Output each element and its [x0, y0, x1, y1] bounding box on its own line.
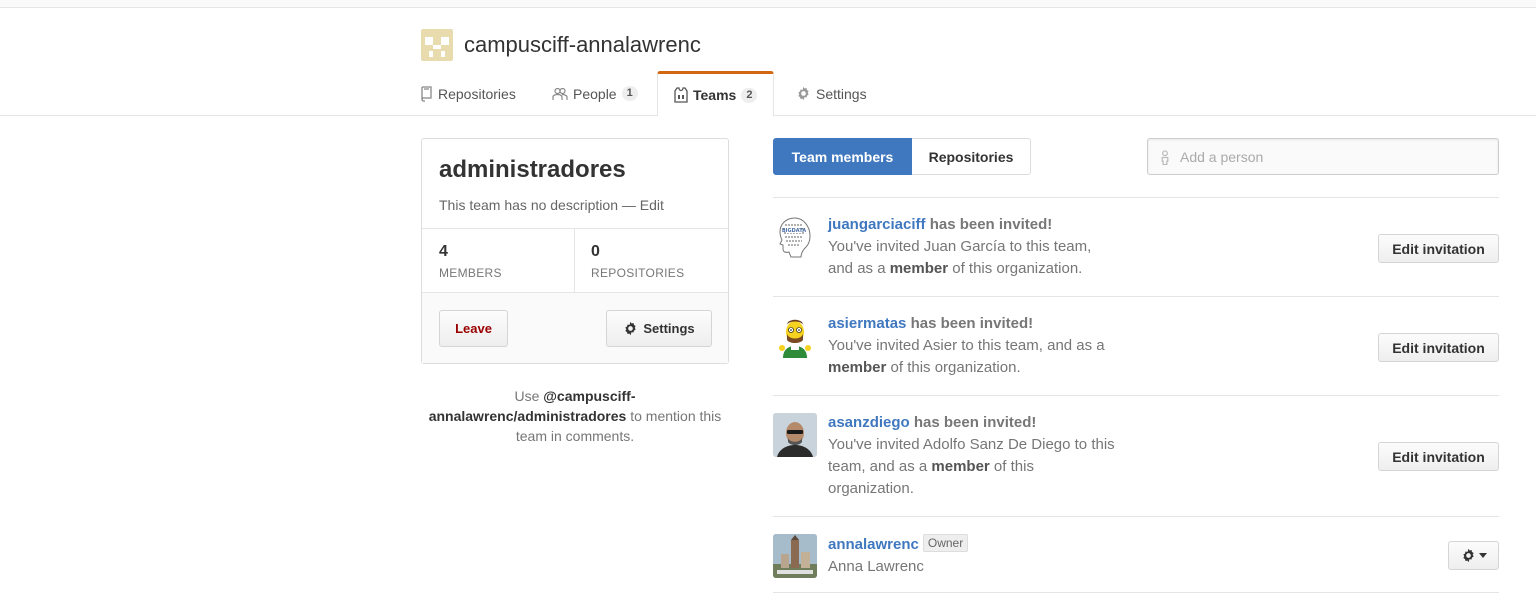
- invite-description: You've invited Asier to this team, and a…: [828, 335, 1118, 379]
- member-row: annalawrenc Owner Anna Lawrenc: [773, 517, 1499, 593]
- tab-label: Repositories: [438, 85, 516, 102]
- member-row: asiermatas has been invited! You've invi…: [773, 297, 1499, 396]
- invite-role: member: [828, 359, 887, 376]
- owner-badge: Owner: [922, 534, 969, 552]
- edit-invitation-button[interactable]: Edit invitation: [1378, 234, 1499, 263]
- member-login[interactable]: asiermatas: [828, 315, 906, 332]
- mention-hint: Use @campusciff-annalawrenc/administrado…: [421, 386, 729, 446]
- edit-invitation-label: Edit invitation: [1392, 448, 1485, 465]
- team-repositories-tab[interactable]: Repositories: [912, 138, 1031, 175]
- tab-teams[interactable]: Teams 2: [657, 71, 775, 117]
- member-info: asiermatas has been invited! You've invi…: [828, 312, 1118, 379]
- invite-status: has been invited!: [906, 315, 1034, 332]
- tab-label: People: [573, 85, 617, 102]
- member-full-name: Anna Lawrenc: [828, 558, 924, 575]
- invite-role: member: [889, 260, 949, 277]
- teams-count-badge: 2: [741, 87, 758, 103]
- edit-description-link[interactable]: Edit: [640, 197, 664, 213]
- team-description: This team has no description — Edit: [439, 197, 664, 213]
- org-header: campusciff-annalawrenc Repositories Peop…: [0, 8, 1536, 117]
- members-stat[interactable]: 4 MEMBERS: [422, 229, 575, 292]
- people-icon: [552, 87, 568, 100]
- member-info: annalawrenc Owner Anna Lawrenc: [828, 533, 1118, 578]
- org-avatar[interactable]: [421, 29, 453, 61]
- tab-label: Teams: [693, 87, 737, 103]
- repositories-count: 0: [591, 243, 600, 260]
- invite-text-end: of this organization.: [948, 260, 1083, 277]
- add-person-field[interactable]: [1147, 138, 1499, 175]
- top-strip: [0, 0, 1536, 8]
- jersey-icon: [674, 87, 688, 103]
- team-stats: 4 MEMBERS 0 REPOSITORIES: [422, 228, 728, 293]
- avatar[interactable]: [773, 314, 817, 358]
- member-options-button[interactable]: [1448, 541, 1499, 570]
- description-separator: —: [617, 197, 640, 213]
- invite-description: You've invited Adolfo Sanz De Diego to t…: [828, 434, 1118, 500]
- member-info: juangarciaciff has been invited! You've …: [828, 213, 1118, 280]
- repositories-stat[interactable]: 0 REPOSITORIES: [575, 229, 728, 292]
- edit-invitation-button[interactable]: Edit invitation: [1378, 442, 1499, 471]
- photo-avatar-icon: [773, 413, 817, 457]
- member-row: asanzdiego has been invited! You've invi…: [773, 396, 1499, 517]
- team-actions: Leave Settings: [422, 293, 728, 363]
- org-name[interactable]: campusciff-annalawrenc: [464, 32, 701, 58]
- avatar[interactable]: BIGDATA: [773, 215, 817, 259]
- member-row: BIGDATA juangarciaciff has been invited!…: [773, 198, 1499, 297]
- mention-prefix: Use: [514, 388, 544, 404]
- repo-icon: [421, 85, 432, 102]
- settings-label: Settings: [643, 321, 695, 336]
- invite-description: You've invited Juan García to this team,…: [828, 236, 1118, 280]
- edit-invitation-label: Edit invitation: [1392, 339, 1485, 356]
- head-silhouette-icon: BIGDATA: [779, 217, 811, 258]
- team-settings-button[interactable]: Settings: [606, 310, 712, 347]
- tab-settings[interactable]: Settings: [796, 71, 867, 116]
- invite-text-end: of this organization.: [886, 359, 1021, 376]
- invite-role: member: [931, 458, 990, 475]
- members-count: 4: [439, 243, 448, 260]
- team-members-label: Team members: [791, 148, 894, 165]
- invite-text: You've invited Asier to this team, and a…: [828, 337, 1105, 354]
- svg-text:BIGDATA: BIGDATA: [782, 228, 806, 234]
- tab-repositories[interactable]: Repositories: [421, 71, 516, 116]
- leave-button[interactable]: Leave: [439, 310, 508, 347]
- team-description-text: This team has no description: [439, 197, 618, 213]
- member-login[interactable]: asanzdiego: [828, 414, 910, 431]
- invite-status: has been invited!: [909, 414, 1037, 431]
- edit-invitation-button[interactable]: Edit invitation: [1378, 333, 1499, 362]
- gear-icon: [798, 86, 809, 101]
- gear-icon: [625, 321, 636, 336]
- caret-down-icon: [1478, 553, 1487, 558]
- edit-invitation-label: Edit invitation: [1392, 240, 1485, 257]
- person-icon: [1161, 150, 1169, 165]
- add-person-input[interactable]: [1180, 139, 1490, 174]
- avatar[interactable]: [773, 534, 817, 578]
- team-name: administradores: [439, 156, 626, 183]
- member-login[interactable]: annalawrenc: [828, 536, 919, 553]
- cartoon-avatar-icon: [779, 319, 811, 358]
- leave-label: Leave: [455, 321, 492, 336]
- invite-status: has been invited!: [925, 216, 1053, 233]
- team-info-box: administradores This team has no descrip…: [421, 138, 729, 364]
- members-label: MEMBERS: [439, 266, 502, 280]
- member-list: BIGDATA juangarciaciff has been invited!…: [773, 197, 1499, 593]
- avatar[interactable]: [773, 413, 817, 457]
- tab-label: Settings: [816, 85, 867, 102]
- repositories-label: REPOSITORIES: [591, 266, 685, 280]
- tab-people[interactable]: People 1: [552, 71, 638, 116]
- member-info: asanzdiego has been invited! You've invi…: [828, 411, 1118, 500]
- people-count-badge: 1: [621, 86, 638, 101]
- team-repositories-label: Repositories: [928, 148, 1014, 165]
- member-login[interactable]: juangarciaciff: [828, 216, 926, 233]
- gear-icon: [1462, 548, 1474, 563]
- team-members-tab[interactable]: Team members: [773, 138, 912, 175]
- photo-avatar-icon: [773, 534, 817, 578]
